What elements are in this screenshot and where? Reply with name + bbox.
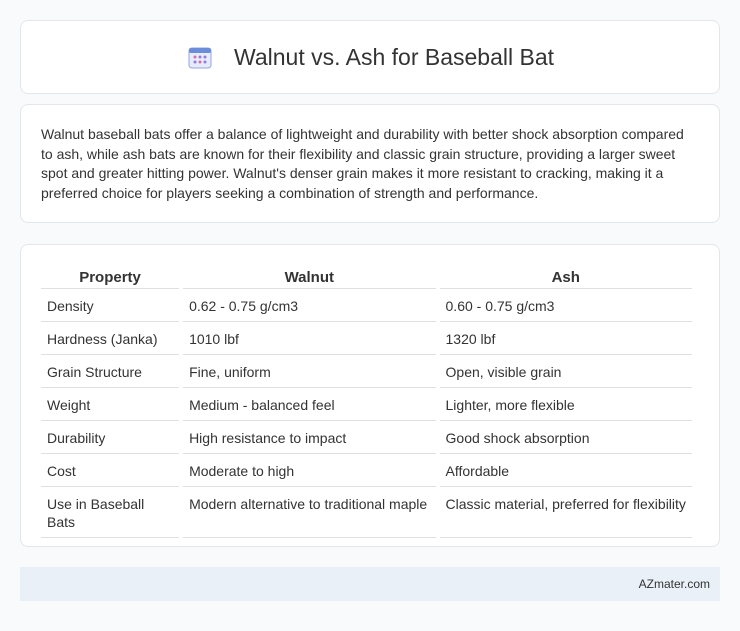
table-cell: Moderate to high xyxy=(183,454,436,487)
table-cell: Weight xyxy=(41,388,180,421)
footer: AZmater.com xyxy=(20,567,720,601)
description-card: Walnut baseball bats offer a balance of … xyxy=(20,104,720,223)
table-row: Grain Structure Fine, uniform Open, visi… xyxy=(41,355,692,388)
description-text: Walnut baseball bats offer a balance of … xyxy=(41,126,684,201)
table-cell: Density xyxy=(41,289,180,322)
table-cell: 0.62 - 0.75 g/cm3 xyxy=(183,289,436,322)
table-cell: Open, visible grain xyxy=(439,355,692,388)
header-ash: Ash xyxy=(439,265,692,289)
calendar-icon xyxy=(186,43,214,71)
table-row: Weight Medium - balanced feel Lighter, m… xyxy=(41,388,692,421)
table-cell: 1320 lbf xyxy=(439,322,692,355)
comparison-table: Property Walnut Ash Density 0.62 - 0.75 … xyxy=(37,265,696,538)
table-row: Cost Moderate to high Affordable xyxy=(41,454,692,487)
table-cell: 1010 lbf xyxy=(183,322,436,355)
header-walnut: Walnut xyxy=(183,265,436,289)
table-row: Durability High resistance to impact Goo… xyxy=(41,421,692,454)
table-cell: High resistance to impact xyxy=(183,421,436,454)
table-cell: Good shock absorption xyxy=(439,421,692,454)
table-cell: Classic material, preferred for flexibil… xyxy=(439,487,692,538)
table-cell: Use in Baseball Bats xyxy=(41,487,180,538)
table-header-row: Property Walnut Ash xyxy=(41,265,692,289)
table-cell: Modern alternative to traditional maple xyxy=(183,487,436,538)
table-cell: 0.60 - 0.75 g/cm3 xyxy=(439,289,692,322)
table-cell: Affordable xyxy=(439,454,692,487)
table-cell: Cost xyxy=(41,454,180,487)
table-cell: Fine, uniform xyxy=(183,355,436,388)
table-cell: Durability xyxy=(41,421,180,454)
comparison-card: Property Walnut Ash Density 0.62 - 0.75 … xyxy=(20,244,720,547)
table-cell: Hardness (Janka) xyxy=(41,322,180,355)
table-row: Use in Baseball Bats Modern alternative … xyxy=(41,487,692,538)
table-cell: Medium - balanced feel xyxy=(183,388,436,421)
title-card: Walnut vs. Ash for Baseball Bat xyxy=(20,20,720,94)
table-cell: Lighter, more flexible xyxy=(439,388,692,421)
table-row: Density 0.62 - 0.75 g/cm3 0.60 - 0.75 g/… xyxy=(41,289,692,322)
page-title: Walnut vs. Ash for Baseball Bat xyxy=(233,43,555,70)
table-row: Hardness (Janka) 1010 lbf 1320 lbf xyxy=(41,322,692,355)
footer-brand[interactable]: AZmater.com xyxy=(639,577,710,591)
header-property: Property xyxy=(41,265,180,289)
table-cell: Grain Structure xyxy=(41,355,180,388)
